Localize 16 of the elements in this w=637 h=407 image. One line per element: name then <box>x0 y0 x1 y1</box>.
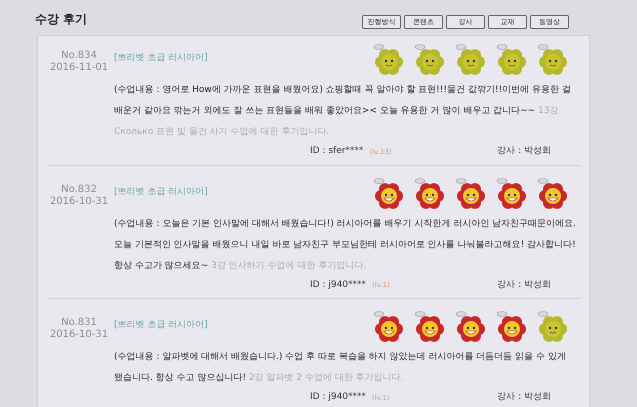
review-date: 2016-10-31 <box>50 329 108 341</box>
user-id: ID : j940**** <box>310 391 366 404</box>
user-id: ID : sfer**** <box>310 145 364 158</box>
teacher-name: 강사 : 박성희 <box>497 145 551 158</box>
review-text: (수업내용 : 영어로 How에 가까운 표현을 배웠어요) 쇼핑할때 꼭 알아야 할 표현!!!물건 값깎기!!이번에 유용한 걸 배운거 같아요 깎는거 외에도 잘 쓰는 표현들을 배워 좋았어요>< 오늘 유용한 거 많이 배우고 갑니다~~ 13강 Сколько 표현 및 물건 사기 수업에 대한 후기입니다. <box>114 84 572 139</box>
teacher-name: 강사 : 박성희 <box>497 391 551 404</box>
teacher-name: 강사 : 박성희 <box>497 278 551 292</box>
review-number: No.834 <box>61 50 97 62</box>
review-date: 2016-11-01 <box>50 62 108 74</box>
review-number: No.831 <box>61 317 97 329</box>
review-text: (수업내용 : 오늘은 기본 인사말에 대해서 배웠습니다!) 러시아어를 배우기 시작한게 러시아인 남자친구때문이에요. 오늘 기본적인 인사말을 배웠으니 내일 바로 남자친구 부모님한테 러시아어로 인사를 나눠볼라고해요! 감사합니다! 항상 수고가 많으세요~ 3강 인사하기 수업에 대한 후기입니다. <box>114 218 577 272</box>
section-title: 수강 후기 <box>35 11 88 28</box>
review-date: 2016-10-31 <box>50 196 108 208</box>
review-text: (수업내용 : 알파벳에 대해서 배웠습니다.) 수업 후 따로 복습을 하지 않았는데 러시아어를 더듬더듬 읽을 수 있게 됐습니다. 항상 수고 많으십니다! 2강 알파벳 2 수업에 대한 후기입니다. <box>114 351 567 385</box>
review-number: No.832 <box>61 184 97 196</box>
user-id: ID : j940**** <box>310 278 366 292</box>
